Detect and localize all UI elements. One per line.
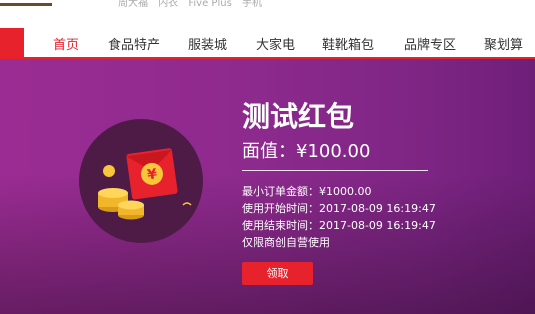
nav-item-food[interactable]: 食品特产 (108, 34, 160, 53)
coupon-face-value: 面值：¥100.00 (242, 141, 371, 162)
coupon-banner: ¥ 测试红包 面值：¥100.00 最小订单金额：¥1000.00 使用开始时间… (0, 59, 535, 314)
hot-word-link[interactable]: 周大福 (118, 0, 148, 9)
hot-word-link[interactable]: Five Plus (188, 0, 231, 9)
nav-item-deals[interactable]: 聚划算 (484, 34, 523, 53)
category-menu-tab[interactable] (0, 28, 24, 58)
top-strip: 周大福 内衣 Five Plus 手机 (0, 0, 535, 22)
nav-item-appliances[interactable]: 大家电 (256, 34, 295, 53)
hot-word-link[interactable]: 内衣 (158, 0, 178, 9)
coupon-min-order: 最小订单金额：¥1000.00 (242, 185, 372, 198)
main-nav: 首页 食品特产 服装城 大家电 鞋靴箱包 品牌专区 聚划算 (0, 28, 535, 58)
red-envelope-coins-icon: ¥ (98, 148, 192, 220)
coupon-divider (242, 170, 428, 171)
claim-button[interactable]: 领取 (242, 262, 313, 285)
coupon-start-time: 使用开始时间：2017-08-09 16:19:47 (242, 202, 436, 215)
coupon-title: 测试红包 (242, 100, 355, 133)
logo-fragment[interactable] (0, 3, 52, 6)
nav-item-clothing[interactable]: 服装城 (188, 34, 227, 53)
hot-search-words: 周大福 内衣 Five Plus 手机 (118, 0, 269, 9)
nav-item-shoes-bags[interactable]: 鞋靴箱包 (322, 34, 374, 53)
coupon-scope: 仅限商创自营使用 (242, 236, 330, 249)
nav-item-home[interactable]: 首页 (53, 34, 79, 53)
coupon-end-time: 使用结束时间：2017-08-09 16:19:47 (242, 219, 436, 232)
nav-item-brands[interactable]: 品牌专区 (404, 34, 456, 53)
hot-word-link[interactable]: 手机 (242, 0, 262, 9)
